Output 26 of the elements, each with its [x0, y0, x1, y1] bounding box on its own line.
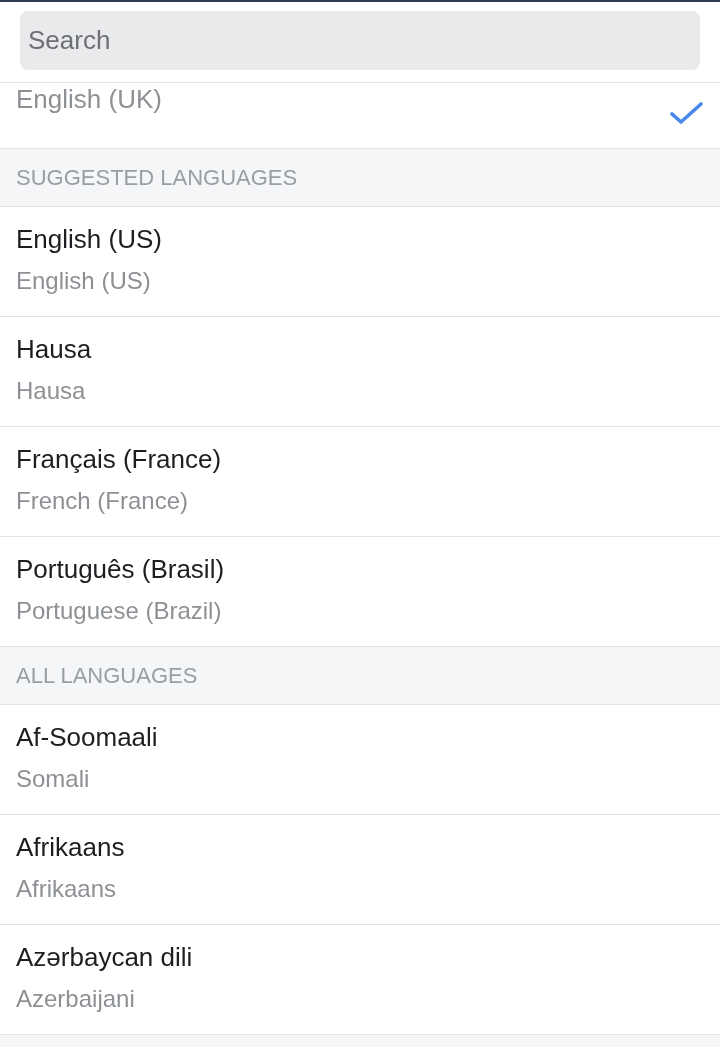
language-name: Azərbaycan dili — [16, 941, 193, 973]
section-heading: SUGGESTED LANGUAGES — [16, 163, 298, 192]
language-english-name: Portuguese (Brazil) — [16, 596, 223, 626]
search-field[interactable]: Search — [20, 11, 700, 70]
language-english-name: French (France) — [16, 486, 190, 516]
language-row[interactable]: Português (Brasil) Portuguese (Brazil) — [0, 537, 720, 647]
language-english-name: Hausa — [16, 376, 87, 406]
language-name: Afrikaans — [16, 831, 125, 863]
language-row[interactable]: Afrikaans Afrikaans — [0, 815, 720, 925]
language-name: Français (France) — [16, 443, 222, 475]
language-row[interactable]: Français (France) French (France) — [0, 427, 720, 537]
language-row[interactable]: Hausa Hausa — [0, 317, 720, 427]
language-name: Af-Soomaali — [16, 721, 158, 753]
language-english-name: Somali — [16, 764, 91, 794]
language-english-name: Azerbaijani — [16, 984, 136, 1014]
language-english-name: Afrikaans — [16, 874, 118, 904]
language-row[interactable]: English (US) English (US) — [0, 207, 720, 317]
language-name: English (UK) — [16, 83, 162, 115]
section-heading: ALL LANGUAGES — [16, 661, 198, 690]
language-row[interactable]: Azərbaycan dili Azerbaijani — [0, 925, 720, 1035]
language-name: English (US) — [16, 223, 162, 255]
language-row[interactable]: Af-Soomaali Somali — [0, 705, 720, 815]
language-name: Hausa — [16, 333, 92, 365]
language-name: Português (Brasil) — [16, 553, 225, 585]
language-english-name: English (US) — [16, 266, 152, 296]
checkmark-icon — [670, 101, 703, 124]
